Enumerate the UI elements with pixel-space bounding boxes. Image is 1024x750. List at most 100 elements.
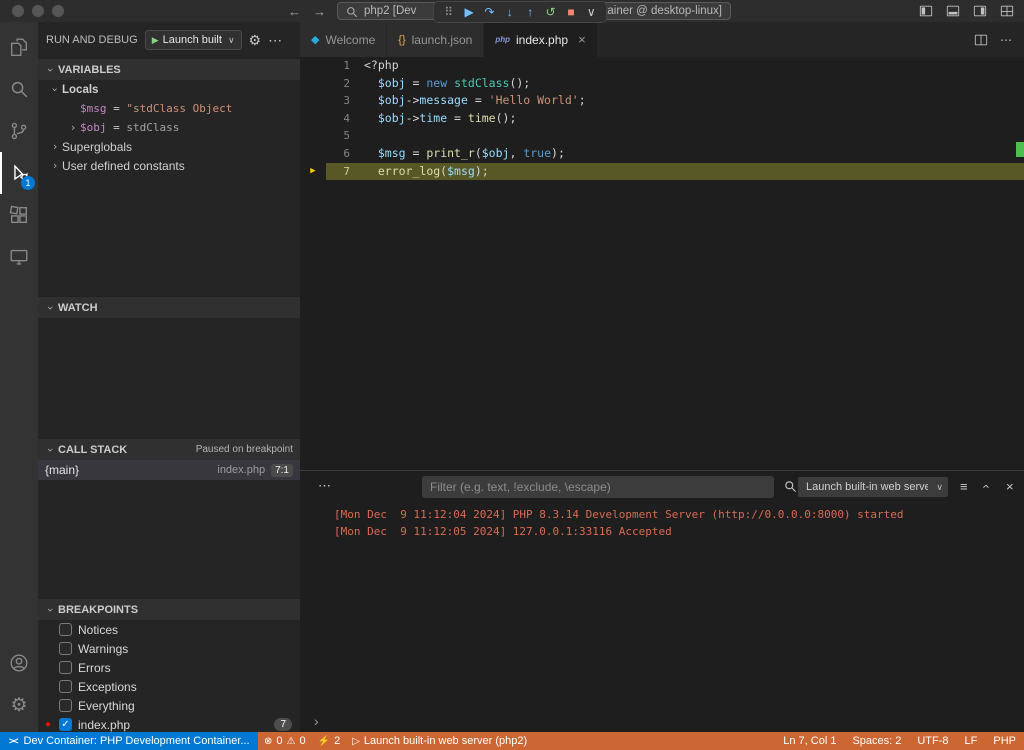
variables-row[interactable]: ›Locals (38, 80, 300, 99)
ports-indicator[interactable]: ⚡ 2 (312, 732, 347, 750)
activity-accounts[interactable] (0, 642, 38, 684)
breakpoint-row[interactable]: Everything (38, 696, 300, 715)
code-line-1[interactable]: 1<?php (300, 57, 1024, 75)
close-tab-icon[interactable]: × (578, 32, 586, 47)
code-line-2[interactable]: 2 $obj = new stdClass(); (300, 75, 1024, 93)
line-number[interactable]: 1 (326, 57, 350, 75)
glyph-margin[interactable] (300, 145, 326, 163)
line-number[interactable]: 4 (326, 110, 350, 128)
customize-layout-icon[interactable] (1000, 4, 1014, 18)
tab-launch.json[interactable]: {}launch.json (387, 22, 484, 57)
start-debugging-button[interactable]: ▶ Launch built ∨ (145, 30, 242, 50)
glyph-margin[interactable] (300, 75, 326, 93)
window-zoom-button[interactable] (52, 5, 64, 17)
debug-step-into-button[interactable]: ↓ (500, 2, 519, 22)
editor-more-actions-icon[interactable]: ⋯ (1000, 33, 1012, 47)
eol-indicator[interactable]: LF (957, 732, 986, 750)
call-stack-frame[interactable]: {main}index.php7:1 (38, 460, 300, 480)
encoding-indicator[interactable]: UTF-8 (909, 732, 956, 750)
variables-row[interactable]: $msg = "stdClass Object (38, 99, 300, 118)
debug-step-over-button[interactable]: ↷ (480, 2, 499, 22)
sidebar-more-actions-icon[interactable]: ⋯ (268, 32, 282, 49)
activity-extensions[interactable] (0, 194, 38, 236)
nav-back-icon[interactable]: ← (288, 4, 301, 19)
call-stack-section-header[interactable]: › CALL STACK Paused on breakpoint (38, 438, 300, 460)
twisty-icon[interactable]: › (48, 140, 62, 153)
indentation-indicator[interactable]: Spaces: 2 (844, 732, 909, 750)
debug-continue-button[interactable]: ▶ (459, 2, 478, 22)
maximize-panel-icon[interactable]: › (983, 479, 987, 494)
toggle-sidebar-icon[interactable] (919, 4, 933, 18)
toggle-secondary-sidebar-icon[interactable] (973, 4, 987, 18)
remote-indicator[interactable]: >< Dev Container: PHP Development Contai… (0, 732, 258, 750)
breakpoint-row[interactable]: Notices (38, 620, 300, 639)
window-minimize-button[interactable] (32, 5, 44, 17)
console-view-options-icon[interactable]: ≡ (960, 479, 968, 494)
code-line-3[interactable]: 3 $obj->message = 'Hello World'; (300, 92, 1024, 110)
split-editor-icon[interactable] (974, 33, 988, 47)
glyph-margin[interactable] (300, 57, 326, 75)
breakpoints-section-header[interactable]: › BREAKPOINTS (38, 598, 300, 620)
debug-current-line-arrow-icon[interactable]: ▶ (300, 163, 326, 181)
activity-settings[interactable]: ⚙ (0, 684, 38, 726)
debug-drag-handle-button[interactable]: ⠿ (439, 2, 458, 22)
line-number[interactable]: 7 (326, 163, 350, 181)
breakpoint-checkbox[interactable] (59, 699, 72, 712)
breakpoint-row[interactable]: Warnings (38, 639, 300, 658)
activity-run-and-debug[interactable]: 1 (0, 152, 38, 194)
breakpoint-checkbox[interactable] (59, 680, 72, 693)
debug-more-sessions-button[interactable]: ∨ (582, 2, 601, 22)
twisty-icon[interactable]: › (48, 159, 62, 172)
nav-forward-icon[interactable]: → (313, 4, 326, 19)
breakpoint-checkbox[interactable]: ✓ (59, 718, 72, 731)
code-line-4[interactable]: 4 $obj->time = time(); (300, 110, 1024, 128)
toggle-panel-icon[interactable] (946, 4, 960, 18)
breakpoint-checkbox[interactable] (59, 642, 72, 655)
code-line-5[interactable]: 5 (300, 127, 1024, 145)
variables-row[interactable]: ›Superglobals (38, 137, 300, 156)
activity-search[interactable] (0, 68, 38, 110)
breakpoint-row[interactable]: Exceptions (38, 677, 300, 696)
close-panel-icon[interactable]: × (1006, 479, 1014, 494)
tab-index.php[interactable]: phpindex.php× (484, 22, 597, 57)
code-editor[interactable]: 1<?php2 $obj = new stdClass();3 $obj->me… (300, 57, 1024, 470)
breakpoint-checkbox[interactable] (59, 661, 72, 674)
window-close-button[interactable] (12, 5, 24, 17)
code-line-6[interactable]: 6 $msg = print_r($obj, true); (300, 145, 1024, 163)
glyph-margin[interactable] (300, 127, 326, 145)
variables-section-header[interactable]: › VARIABLES (38, 58, 300, 80)
console-filter-input[interactable] (422, 476, 774, 498)
command-center[interactable]: php2 [Dev ⠿▶↷↓↑↺■∨ tainer @ desktop-linu… (337, 2, 731, 20)
code-line-7[interactable]: ▶7 error_log($msg); (300, 163, 1024, 181)
debug-session-select[interactable]: Launch built-in web server ∨ (798, 477, 948, 497)
glyph-margin[interactable] (300, 110, 326, 128)
line-number[interactable]: 3 (326, 92, 350, 110)
repl-prompt-icon[interactable]: › (314, 713, 319, 729)
twisty-icon[interactable]: › (49, 83, 62, 97)
panel-more-actions-icon[interactable]: ⋯ (318, 478, 331, 494)
debug-step-out-button[interactable]: ↑ (521, 2, 540, 22)
line-number[interactable]: 5 (326, 127, 350, 145)
variables-row[interactable]: ›$obj = stdClass (38, 118, 300, 137)
breakpoint-checkbox[interactable] (59, 623, 72, 636)
activity-source-control[interactable] (0, 110, 38, 152)
debug-restart-button[interactable]: ↺ (541, 2, 560, 22)
line-number[interactable]: 6 (326, 145, 350, 163)
watch-section-header[interactable]: › WATCH (38, 296, 300, 318)
breakpoint-row[interactable]: Errors (38, 658, 300, 677)
debug-settings-gear-icon[interactable]: ⚙ (249, 32, 262, 49)
glyph-margin[interactable] (300, 92, 326, 110)
debug-session-indicator[interactable]: ▷ Launch built-in web server (php2) (346, 732, 533, 750)
variables-row[interactable]: ›User defined constants (38, 156, 300, 175)
activity-remote-explorer[interactable] (0, 236, 38, 278)
activity-explorer[interactable] (0, 26, 38, 68)
problems-indicator[interactable]: ⊗ 0 ⚠ 0 (258, 732, 312, 750)
line-number[interactable]: 2 (326, 75, 350, 93)
cursor-position-indicator[interactable]: Ln 7, Col 1 (775, 732, 844, 750)
debug-stop-button[interactable]: ■ (561, 2, 580, 22)
breakpoint-row[interactable]: ●✓index.php7 (38, 715, 300, 732)
twisty-icon[interactable]: › (66, 121, 80, 134)
tab-Welcome[interactable]: ◆Welcome (300, 22, 387, 57)
language-mode-indicator[interactable]: PHP (985, 732, 1024, 750)
console-search-icon[interactable] (784, 480, 797, 493)
